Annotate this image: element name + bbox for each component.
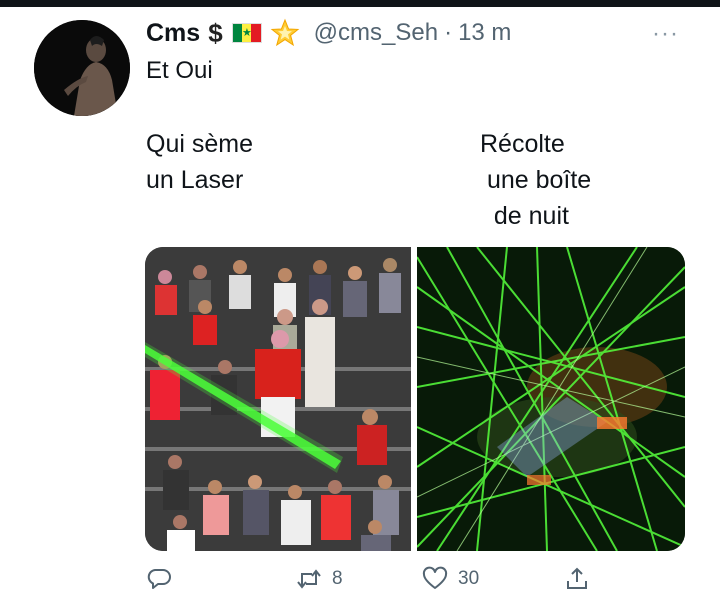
caption-right: Récolte une boîte de nuit [480, 130, 592, 230]
avatar-image [34, 20, 130, 116]
like-button[interactable]: 30 [422, 566, 479, 592]
stadium-crowd-image [145, 247, 411, 551]
reply-button[interactable] [146, 566, 182, 592]
laser-show-image [417, 247, 685, 551]
media-photo-laser-show[interactable] [417, 247, 685, 551]
like-count: 30 [458, 568, 480, 589]
avatar[interactable] [34, 20, 130, 116]
author-name[interactable]: Cms [146, 19, 200, 48]
like-icon [422, 566, 448, 589]
media-photo-stadium[interactable] [145, 247, 411, 551]
dollar-sign: $ [208, 17, 223, 48]
senegal-flag-icon [231, 23, 262, 43]
tweet-actions: 8 30 [146, 566, 606, 596]
reply-icon [147, 569, 171, 589]
retweet-icon [297, 569, 321, 589]
separator-dot: · [444, 19, 453, 46]
tweet-header: Cms $ @cms_Seh · 13 m [146, 16, 511, 50]
caption-left: Qui sème un Laser [146, 130, 253, 194]
retweet-button[interactable]: 8 [296, 566, 343, 592]
more-options-button[interactable]: ··· [652, 20, 679, 48]
timestamp[interactable]: 13 m [458, 19, 511, 47]
tweet-text: Et Oui [146, 57, 213, 84]
media-grid [145, 247, 685, 551]
glowing-star-icon [270, 18, 299, 47]
retweet-count: 8 [332, 568, 343, 589]
share-button[interactable] [564, 566, 600, 592]
top-edge-bar [0, 0, 720, 7]
share-icon [567, 567, 587, 589]
author-handle[interactable]: @cms_Seh [314, 19, 438, 47]
